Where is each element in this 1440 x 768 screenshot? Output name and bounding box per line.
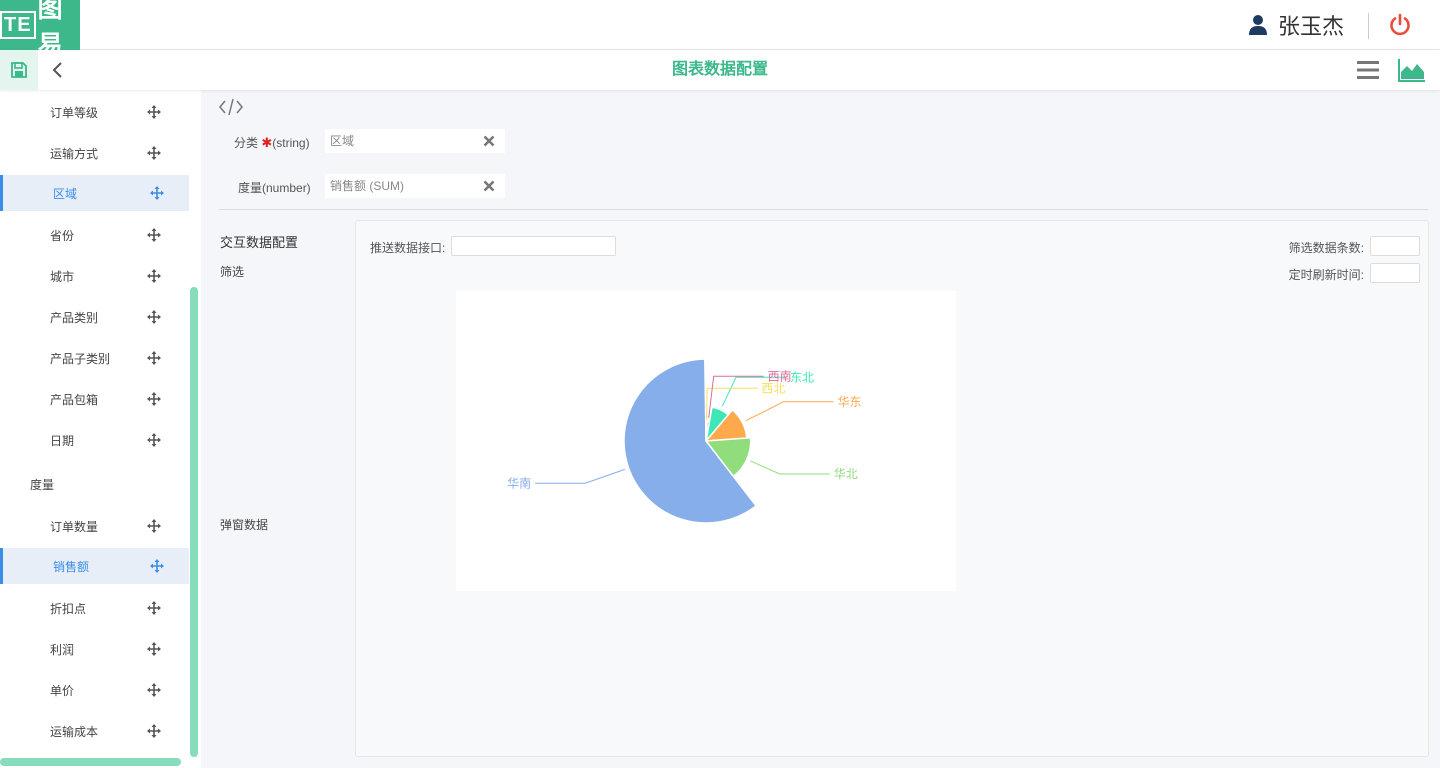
interaction-panel: 推送数据接口: 筛选数据条数: 定时刷新时间: 东北华东华北华南 西北 西南 xyxy=(355,220,1429,757)
sidebar-item-label: 产品包箱 xyxy=(50,392,99,407)
sidebar-horizontal-scrollbar[interactable] xyxy=(0,758,181,766)
filter-count-label: 筛选数据条数: xyxy=(1288,241,1364,255)
slice-label: 华东 xyxy=(837,395,861,409)
sidebar-item-product-category[interactable]: 产品类别 xyxy=(0,299,189,335)
move-icon[interactable] xyxy=(147,392,161,406)
category-field[interactable]: 区域 xyxy=(325,129,505,153)
sidebar-item-order-level[interactable]: 订单等级 xyxy=(0,94,189,130)
push-api-input[interactable] xyxy=(451,236,616,256)
move-icon[interactable] xyxy=(147,310,161,324)
sidebar-item-label: 产品类别 xyxy=(50,310,99,325)
menu-icon[interactable] xyxy=(1356,59,1380,81)
move-icon[interactable] xyxy=(150,559,164,573)
move-icon[interactable] xyxy=(147,433,161,447)
user-name: 张玉杰 xyxy=(1277,14,1344,39)
sidebar-item-discount[interactable]: 折扣点 xyxy=(0,590,189,626)
move-icon[interactable] xyxy=(150,186,164,200)
move-icon[interactable] xyxy=(147,228,161,242)
logo-mark: TE xyxy=(0,11,36,39)
sidebar-item-order-quantity[interactable]: 订单数量 xyxy=(0,508,189,544)
refresh-time-input[interactable] xyxy=(1370,263,1420,283)
move-icon[interactable] xyxy=(147,351,161,365)
sidebar-item-label: 利润 xyxy=(50,642,75,657)
slice-label: 华北 xyxy=(834,467,858,481)
code-icon[interactable] xyxy=(219,98,243,116)
sidebar-item-label: 省份 xyxy=(50,228,75,243)
sidebar-item-unit-price[interactable]: 单价 xyxy=(0,672,189,708)
sidebar-item-label: 订单数量 xyxy=(50,519,99,534)
category-label-text: 分类 xyxy=(234,136,259,150)
sidebar-item-label: 产品子类别 xyxy=(50,351,111,366)
slice-label: 西南 xyxy=(768,368,792,383)
sidebar-item-product-box[interactable]: 产品包箱 xyxy=(0,381,189,417)
filter-label: 筛选 xyxy=(220,265,245,279)
sidebar-item-label: 折扣点 xyxy=(50,601,87,616)
move-icon[interactable] xyxy=(147,146,161,160)
chart-preview: 东北华东华北华南 西北 西南 xyxy=(456,291,956,591)
sidebar-vertical-scrollbar[interactable] xyxy=(190,287,198,757)
sidebar-item-label: 订单等级 xyxy=(50,105,99,120)
push-api-label: 推送数据接口: xyxy=(370,241,446,255)
move-icon[interactable] xyxy=(147,724,161,738)
power-icon[interactable] xyxy=(1388,13,1412,37)
label-leader-line xyxy=(745,401,834,422)
category-field-label: 分类 ✱(string) xyxy=(234,134,310,151)
app-logo[interactable]: TE 图易 xyxy=(0,0,80,59)
sidebar-item-label: 日期 xyxy=(50,433,75,448)
sidebar-item-label: 区域 xyxy=(53,186,78,201)
rose-pie-chart: 东北华东华北华南 西北西南 xyxy=(507,358,861,524)
sidebar-item-city[interactable]: 城市 xyxy=(0,258,189,294)
label-leader-line xyxy=(750,460,830,475)
sidebar-item-label: 销售额 xyxy=(53,559,90,574)
sidebar-item-label: 运输成本 xyxy=(50,724,99,739)
area-chart-icon[interactable] xyxy=(1398,58,1426,82)
slice-label: 华南 xyxy=(507,475,531,490)
interaction-section-title: 交互数据配置 xyxy=(220,235,299,250)
sidebar-item-province[interactable]: 省份 xyxy=(0,217,189,253)
sidebar-item-sales[interactable]: 销售额 xyxy=(0,548,189,584)
sidebar-item-product-subcategory[interactable]: 产品子类别 xyxy=(0,340,189,376)
category-type: (string) xyxy=(272,136,310,150)
field-sidebar: 订单等级 运输方式 区域 省份 城市 产品类别 产品子类别 产品包箱 日期 度量… xyxy=(0,90,201,768)
refresh-time-label: 定时刷新时间: xyxy=(1288,268,1364,282)
close-icon[interactable] xyxy=(483,180,495,192)
config-main: 分类 ✱(string) 区域 度量(number) 销售额 (SUM) 交互数… xyxy=(201,90,1440,768)
label-leader-line xyxy=(535,468,625,484)
sidebar-item-shipping-mode[interactable]: 运输方式 xyxy=(0,135,189,171)
sidebar-item-date[interactable]: 日期 xyxy=(0,422,189,458)
slice-label: 东北 xyxy=(790,370,814,384)
header-divider xyxy=(1368,13,1369,39)
section-divider xyxy=(219,209,1428,210)
slice-label: 西北 xyxy=(761,381,785,395)
move-icon[interactable] xyxy=(147,683,161,697)
move-icon[interactable] xyxy=(147,601,161,615)
move-icon[interactable] xyxy=(147,269,161,283)
move-icon[interactable] xyxy=(147,642,161,656)
sidebar-item-label: 城市 xyxy=(50,269,75,284)
move-icon[interactable] xyxy=(147,105,161,119)
top-bar: TE 图易 张玉杰 xyxy=(0,0,1440,59)
measure-field-label: 度量(number) xyxy=(238,181,311,195)
sidebar-item-profit[interactable]: 利润 xyxy=(0,631,189,667)
sidebar-item-label: 运输方式 xyxy=(50,146,99,161)
user-icon xyxy=(1248,15,1267,35)
measure-field-value: 销售额 (SUM) xyxy=(330,179,404,193)
sidebar-item-shipping-cost[interactable]: 运输成本 xyxy=(0,713,189,749)
sidebar-item-label: 单价 xyxy=(50,683,75,698)
popup-data-label: 弹窗数据 xyxy=(220,518,269,532)
move-icon[interactable] xyxy=(147,519,161,533)
measure-group-label: 度量 xyxy=(30,478,55,492)
user-menu[interactable]: 张玉杰 xyxy=(1248,10,1344,40)
measure-field[interactable]: 销售额 (SUM) xyxy=(325,174,505,198)
sidebar-item-region[interactable]: 区域 xyxy=(0,175,189,211)
close-icon[interactable] xyxy=(483,135,495,147)
category-field-value: 区域 xyxy=(330,134,355,148)
required-marker: ✱ xyxy=(261,135,273,150)
filter-count-input[interactable] xyxy=(1370,236,1420,256)
page-title: 图表数据配置 xyxy=(671,61,768,78)
toolbar: 图表数据配置 xyxy=(0,50,1440,90)
